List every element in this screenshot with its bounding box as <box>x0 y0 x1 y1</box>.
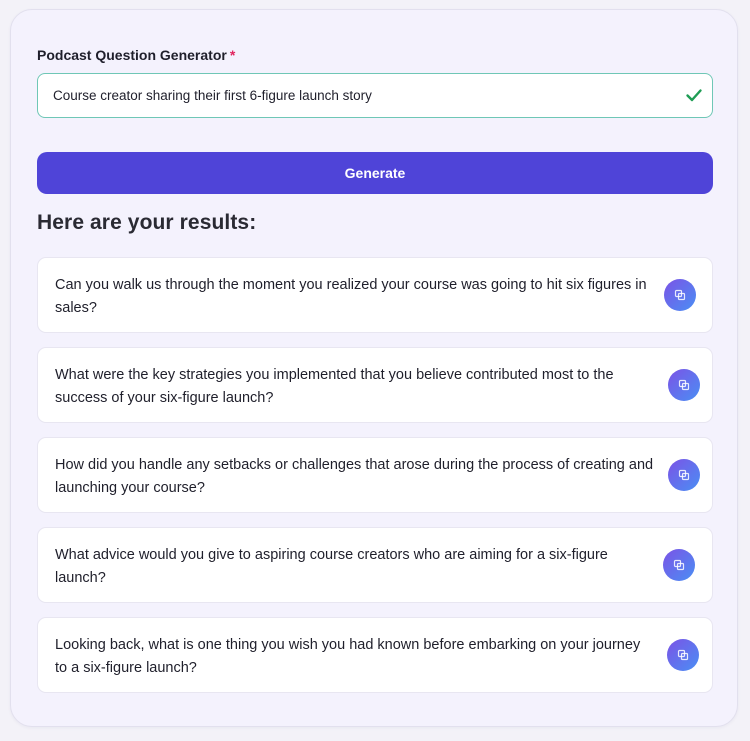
field-label: Podcast Question Generator * <box>37 47 235 63</box>
copy-button[interactable] <box>663 549 695 581</box>
copy-button[interactable] <box>668 459 700 491</box>
copy-icon <box>678 379 690 391</box>
result-text: Looking back, what is one thing you wish… <box>55 637 641 676</box>
result-card: What advice would you give to aspiring c… <box>37 527 713 603</box>
copy-icon <box>674 289 686 301</box>
results-list: Can you walk us through the moment you r… <box>37 257 713 707</box>
result-card: Looking back, what is one thing you wish… <box>37 617 713 693</box>
copy-button[interactable] <box>664 279 696 311</box>
topic-input-wrapper <box>37 73 713 118</box>
result-card: Can you walk us through the moment you r… <box>37 257 713 333</box>
result-card: How did you handle any setbacks or chall… <box>37 437 713 513</box>
copy-icon <box>678 469 690 481</box>
check-icon <box>686 89 702 102</box>
copy-button[interactable] <box>667 639 699 671</box>
results-heading: Here are your results: <box>37 211 257 234</box>
required-indicator: * <box>229 47 236 63</box>
result-text: How did you handle any setbacks or chall… <box>55 457 654 496</box>
topic-input[interactable] <box>38 74 658 117</box>
result-text: What advice would you give to aspiring c… <box>55 547 608 586</box>
field-label-text: Podcast Question Generator <box>37 47 227 63</box>
copy-button[interactable] <box>668 369 700 401</box>
result-text: Can you walk us through the moment you r… <box>55 277 647 316</box>
generator-card: Podcast Question Generator* Generate Her… <box>10 9 738 727</box>
copy-icon <box>673 559 685 571</box>
generate-button[interactable]: Generate <box>37 152 713 194</box>
copy-icon <box>677 649 689 661</box>
result-card: What were the key strategies you impleme… <box>37 347 713 423</box>
result-text: What were the key strategies you impleme… <box>55 367 614 406</box>
